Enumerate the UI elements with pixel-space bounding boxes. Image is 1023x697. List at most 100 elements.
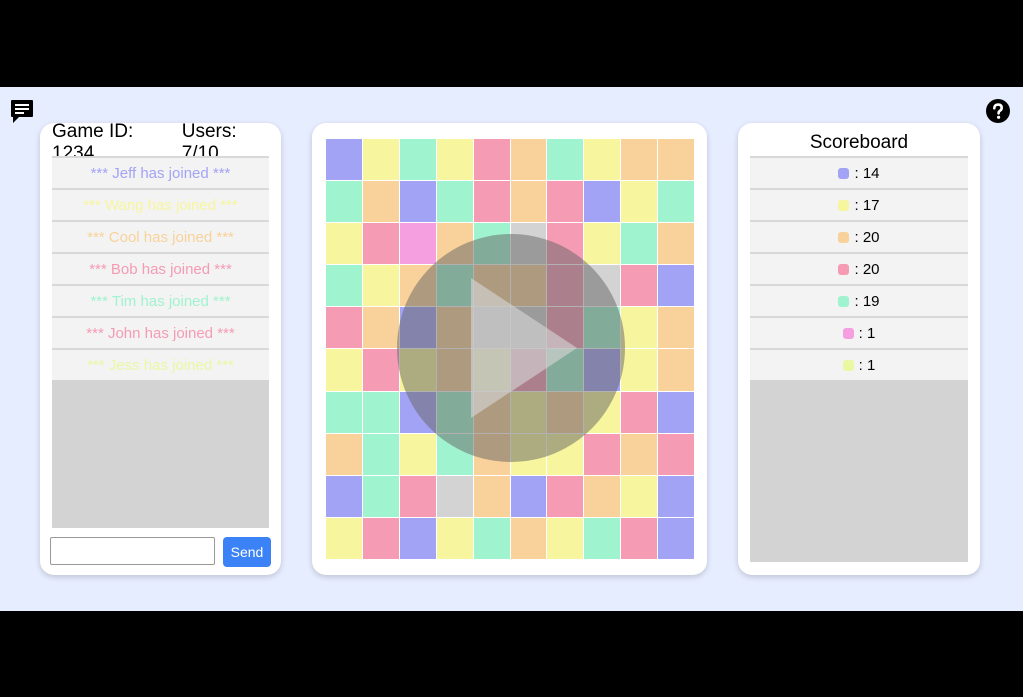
chat-message: *** Tim has joined *** [52,284,269,316]
board-cell[interactable] [584,475,621,517]
score-list: : 14 : 17 : 20 : 20 : 19 : 1 : 1 [750,156,968,562]
player-color-swatch [838,295,850,307]
board-panel [312,123,707,575]
chat-message: *** Jeff has joined *** [52,156,269,188]
score-row: : 19 [750,284,968,316]
chat-message: *** Jess has joined *** [52,348,269,380]
board-cell[interactable] [399,181,436,223]
send-button[interactable]: Send [223,537,271,567]
chat-input[interactable] [50,537,215,565]
board-cell[interactable] [362,475,399,517]
board-cell[interactable] [362,139,399,181]
board-cell[interactable] [621,223,658,265]
board-cell[interactable] [362,391,399,433]
board-cell[interactable] [510,517,547,559]
board-cell[interactable] [658,139,694,181]
board-cell[interactable] [326,391,362,433]
board-cell[interactable] [658,181,694,223]
board-cell[interactable] [510,139,547,181]
board-cell[interactable] [436,181,473,223]
chat-message: *** John has joined *** [52,316,269,348]
score-row: : 20 [750,252,968,284]
score-row: : 17 [750,188,968,220]
board-cell[interactable] [658,391,694,433]
board-cell[interactable] [362,349,399,391]
play-icon[interactable] [397,234,625,462]
board-cell[interactable] [399,517,436,559]
board-cell[interactable] [473,475,510,517]
board-cell[interactable] [584,181,621,223]
board-cell[interactable] [362,517,399,559]
board-cell[interactable] [436,139,473,181]
board-cell[interactable] [658,307,694,349]
game-screen: Game ID: 1234 Users: 7/10 *** Jeff has j… [0,87,1023,611]
board-cell[interactable] [621,139,658,181]
board-cell[interactable] [621,517,658,559]
board-cell[interactable] [326,307,362,349]
board-cell[interactable] [621,391,658,433]
board-cell[interactable] [658,349,694,391]
board-cell[interactable] [658,223,694,265]
board-cell[interactable] [547,517,584,559]
chat-panel: Game ID: 1234 Users: 7/10 *** Jeff has j… [40,121,281,575]
board-cell[interactable] [621,475,658,517]
player-color-swatch [838,199,850,211]
board-cell[interactable] [658,265,694,307]
chat-message: *** Cool has joined *** [52,220,269,252]
board-cell[interactable] [326,181,362,223]
score-row: : 14 [750,156,968,188]
chat-message: *** Wang has joined *** [52,188,269,220]
board-cell[interactable] [547,139,584,181]
board-cell[interactable] [326,517,362,559]
board-cell[interactable] [436,517,473,559]
player-color-swatch [842,327,854,339]
board-cell[interactable] [547,475,584,517]
board-cell[interactable] [510,475,547,517]
player-color-swatch [838,263,850,275]
board-cell[interactable] [362,181,399,223]
game-info-header: Game ID: 1234 Users: 7/10 [52,121,269,164]
chat-message: *** Bob has joined *** [52,252,269,284]
scoreboard-panel: Scoreboard : 14 : 17 : 20 : 20 : 19 : 1 … [738,123,980,575]
board-cell[interactable] [621,433,658,475]
board-cell[interactable] [473,517,510,559]
board-cell[interactable] [621,349,658,391]
board-cell[interactable] [326,265,362,307]
board-cell[interactable] [473,139,510,181]
board-cell[interactable] [584,517,621,559]
board-cell[interactable] [658,517,694,559]
board-cell[interactable] [362,223,399,265]
board-cell[interactable] [473,181,510,223]
board-cell[interactable] [658,475,694,517]
board-cell[interactable] [326,349,362,391]
board-cell[interactable] [399,139,436,181]
board-cell[interactable] [621,181,658,223]
board-cell[interactable] [362,265,399,307]
board-cell[interactable] [362,307,399,349]
board-cell[interactable] [326,475,362,517]
scoreboard-empty-area [750,380,968,562]
board-cell[interactable] [621,265,658,307]
chat-icon[interactable] [10,99,34,125]
board-cell[interactable] [362,433,399,475]
chat-message-list[interactable]: *** Jeff has joined *** *** Wang has joi… [52,156,269,528]
board-cell[interactable] [510,181,547,223]
scoreboard-title: Scoreboard [809,132,909,153]
board-cell[interactable] [658,433,694,475]
score-row: : 1 [750,348,968,380]
player-color-swatch [838,167,850,179]
board-cell[interactable] [621,307,658,349]
board-cell[interactable] [547,181,584,223]
board-cell[interactable] [326,139,362,181]
board-cell[interactable] [584,139,621,181]
board-cell[interactable] [326,223,362,265]
help-icon[interactable] [986,99,1010,123]
player-color-swatch [842,359,854,371]
board-cell[interactable] [326,433,362,475]
board-cell[interactable] [436,475,473,517]
board-cell[interactable] [399,475,436,517]
player-color-swatch [838,231,850,243]
score-row: : 20 [750,220,968,252]
chat-empty-area [52,380,269,528]
score-row: : 1 [750,316,968,348]
